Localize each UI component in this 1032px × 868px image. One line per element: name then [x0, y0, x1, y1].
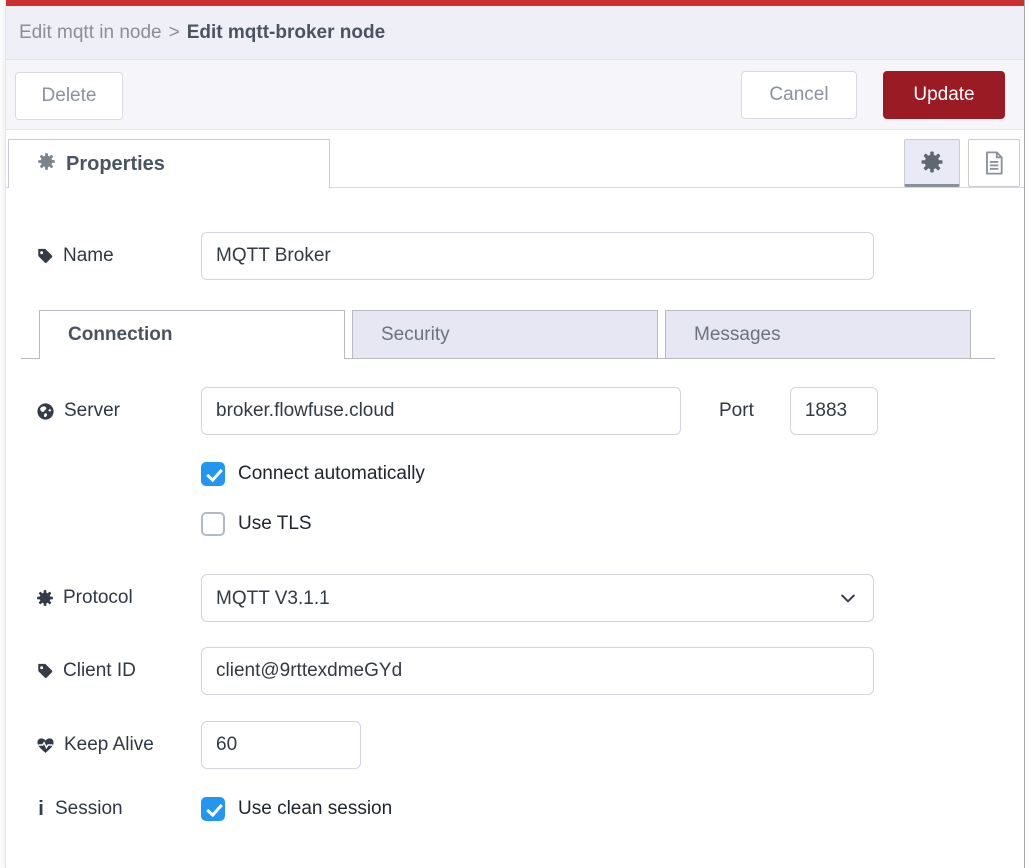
tray-toolbar: Delete Cancel Update — [6, 60, 1024, 130]
name-label: Name — [63, 245, 114, 267]
tray-tab-bar: Properties — [6, 130, 1024, 188]
use-tls-label: Use TLS — [238, 513, 312, 535]
properties-view-button[interactable] — [904, 139, 960, 187]
keep-alive-row: Keep Alive — [6, 721, 1024, 769]
globe-icon — [36, 402, 55, 421]
client-id-label: Client ID — [63, 660, 136, 682]
server-input[interactable] — [201, 387, 681, 435]
keep-alive-label: Keep Alive — [64, 734, 154, 756]
heartbeat-icon — [36, 736, 55, 755]
keep-alive-label-group: Keep Alive — [36, 734, 201, 756]
tab-security-label: Security — [381, 324, 450, 346]
tab-connection-label: Connection — [68, 324, 173, 346]
tray-header: Edit mqtt in node > Edit mqtt-broker nod… — [6, 6, 1024, 60]
connect-auto-checkbox[interactable] — [201, 462, 225, 486]
client-id-row: Client ID — [6, 647, 1024, 695]
tab-connection[interactable]: Connection — [39, 310, 345, 359]
tag-icon — [36, 662, 54, 680]
gear-icon — [37, 152, 56, 176]
gear-icon — [920, 150, 944, 174]
description-view-button[interactable] — [968, 139, 1020, 187]
server-label: Server — [64, 400, 120, 422]
connect-auto-row: Connect automatically — [201, 462, 1024, 486]
client-id-label-group: Client ID — [36, 660, 201, 682]
node-edit-form: Name Connection Security Messages — [6, 232, 1024, 821]
edit-node-tray: Edit mqtt in node > Edit mqtt-broker nod… — [5, 0, 1025, 868]
server-row: Server Port — [6, 387, 1024, 435]
tab-messages-label: Messages — [694, 324, 781, 346]
tab-properties-label: Properties — [66, 153, 165, 176]
name-row: Name — [6, 232, 1024, 280]
tab-security[interactable]: Security — [352, 310, 658, 358]
name-input[interactable] — [201, 232, 874, 280]
tag-icon — [36, 247, 54, 265]
protocol-select[interactable]: MQTT V3.1.1 — [201, 574, 874, 622]
server-label-group: Server — [36, 400, 201, 422]
session-row: i Session Use clean session — [6, 797, 1024, 821]
port-input[interactable] — [790, 387, 878, 435]
session-label: Session — [55, 798, 123, 820]
delete-button[interactable]: Delete — [15, 72, 123, 120]
protocol-select-wrap: MQTT V3.1.1 — [201, 574, 874, 622]
keep-alive-input[interactable] — [201, 721, 361, 769]
use-tls-row: Use TLS — [201, 512, 1024, 536]
protocol-label: Protocol — [63, 587, 133, 609]
connect-auto-label: Connect automatically — [238, 463, 425, 485]
name-label-group: Name — [36, 245, 201, 267]
client-id-input[interactable] — [201, 647, 874, 695]
file-icon — [981, 150, 1007, 176]
gear-icon — [36, 589, 54, 607]
tab-messages[interactable]: Messages — [665, 310, 971, 358]
protocol-label-group: Protocol — [36, 587, 201, 609]
cancel-button[interactable]: Cancel — [741, 71, 857, 119]
protocol-row: Protocol MQTT V3.1.1 — [6, 574, 1024, 622]
clean-session-label: Use clean session — [238, 798, 392, 820]
breadcrumb-current: Edit mqtt-broker node — [187, 22, 385, 44]
breadcrumb-parent[interactable]: Edit mqtt in node — [19, 22, 162, 44]
breadcrumb-separator: > — [169, 22, 180, 44]
port-label: Port — [719, 400, 754, 422]
use-tls-checkbox[interactable] — [201, 512, 225, 536]
clean-session-checkbox[interactable] — [201, 797, 225, 821]
broker-tabs: Connection Security Messages — [21, 310, 995, 359]
update-button[interactable]: Update — [883, 71, 1005, 119]
tab-properties[interactable]: Properties — [8, 139, 330, 188]
info-icon: i — [36, 798, 46, 821]
session-label-group: i Session — [36, 798, 201, 821]
